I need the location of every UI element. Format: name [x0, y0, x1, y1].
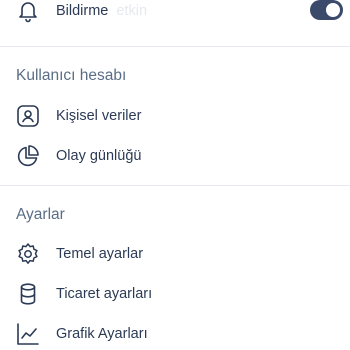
- settings-screen: Bildirme etkin Kullanıcı hesabı Kişisel v…: [0, 0, 350, 350]
- personal-data-label: Kişisel veriler: [56, 108, 142, 124]
- account-section-title: Kullanıcı hesabı: [16, 67, 127, 84]
- settings-section-title: Ayarlar: [16, 206, 65, 223]
- notifications-faded-text: etkin: [116, 3, 148, 19]
- line-chart-icon: [15, 321, 41, 347]
- basic-settings-label: Temel ayarlar: [56, 246, 144, 262]
- notifications-toggle[interactable]: [310, 0, 343, 20]
- notifications-row[interactable]: Bildirme etkin: [0, 0, 350, 31]
- notifications-label-text: Bildirme: [56, 3, 109, 19]
- divider: [0, 185, 350, 186]
- divider: [0, 46, 350, 47]
- event-log-label: Olay günlüğü: [56, 148, 142, 164]
- menu-item-basic-settings[interactable]: Temel ayarlar: [0, 234, 350, 274]
- gear-icon: [15, 241, 41, 267]
- pie-chart-icon: [15, 143, 41, 169]
- bell-icon: [15, 0, 41, 24]
- menu-item-chart-settings[interactable]: Grafik Ayarları: [0, 314, 350, 350]
- toggle-knob: [326, 3, 340, 17]
- chart-settings-label: Grafik Ayarları: [56, 326, 148, 342]
- user-card-icon: [15, 103, 41, 129]
- menu-item-event-log[interactable]: Olay günlüğü: [0, 136, 350, 176]
- notifications-label: Bildirme etkin: [56, 0, 147, 31]
- trade-settings-label: Ticaret ayarları: [56, 286, 153, 302]
- menu-item-trade-settings[interactable]: Ticaret ayarları: [0, 274, 350, 314]
- menu-item-personal-data[interactable]: Kişisel veriler: [0, 96, 350, 136]
- database-icon: [15, 281, 41, 307]
